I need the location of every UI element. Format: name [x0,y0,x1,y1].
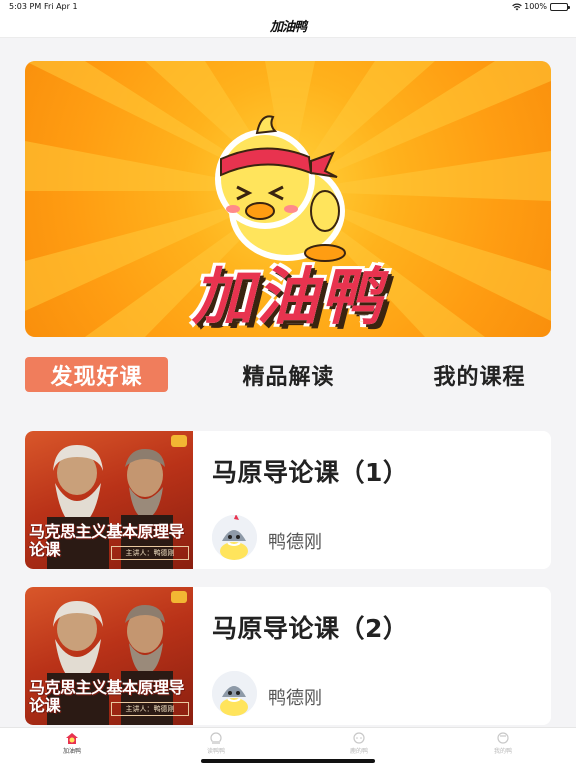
status-indicators: 100% [512,2,570,11]
tabbar-label: 我的鸭 [493,748,512,755]
banner[interactable]: 加油鸭 [25,61,551,337]
status-time: 5:03 PM [9,2,42,11]
course-card[interactable]: 马克思主义基本原理导论课 主讲人：鸭德刚 马原导论课（1） 鸭德刚 [25,431,551,569]
tab-discover[interactable]: 发现好课 [25,357,168,392]
duck-profile-icon [497,732,509,744]
status-bar: 5:03 PM Fri Apr 1 100% [0,0,576,14]
tab-featured[interactable]: 精品解读 [217,357,360,392]
course-title: 马原导论课（1） [212,458,409,487]
teacher-name: 鸭德刚 [268,532,322,553]
course-card[interactable]: 马克思主义基本原理导论课 主讲人：鸭德刚 马原导论课（2） 鸭德刚 [25,587,551,725]
thumbnail-logo [171,435,187,447]
battery-icon [550,2,570,11]
course-title: 马原导论课（2） [212,614,409,643]
tabbar-item-home[interactable]: 加油鸭 [42,732,102,755]
duck-read-icon [210,732,222,744]
thumbnail-instructor: 主讲人：鸭德刚 [111,546,189,560]
thumbnail-instructor: 主讲人：鸭德刚 [111,702,189,716]
course-thumbnail: 马克思主义基本原理导论课 主讲人：鸭德刚 [25,431,193,569]
teacher-avatar [212,671,257,716]
tabbar-item-profile[interactable]: 我的鸭 [473,732,533,755]
tabbar-item-read[interactable]: 读鸭鸭 [186,732,246,755]
banner-title: 加油鸭 [191,260,384,333]
tabbar-label: 读鸭鸭 [206,748,225,755]
status-date: Fri Apr 1 [44,2,78,11]
tabbar-label: 鹿的鸭 [349,748,368,755]
duck-discover-icon [353,732,365,744]
nav-logo: 加油鸭 [269,20,307,35]
tabbar-label: 加油鸭 [62,748,81,755]
course-thumbnail: 马克思主义基本原理导论课 主讲人：鸭德刚 [25,587,193,725]
thumbnail-logo [171,591,187,603]
teacher-name: 鸭德刚 [268,688,322,709]
nav-bar: 加油鸭 [0,14,576,38]
duck-home-icon [66,733,78,744]
wifi-icon [512,3,522,11]
tabbar-item-discover[interactable]: 鹿的鸭 [329,732,389,755]
teacher-avatar [212,515,257,560]
home-indicator [201,759,375,763]
battery-percent: 100% [524,2,547,11]
tab-my-courses[interactable]: 我的课程 [408,357,551,392]
category-tabs: 发现好课 精品解读 我的课程 [0,357,576,393]
